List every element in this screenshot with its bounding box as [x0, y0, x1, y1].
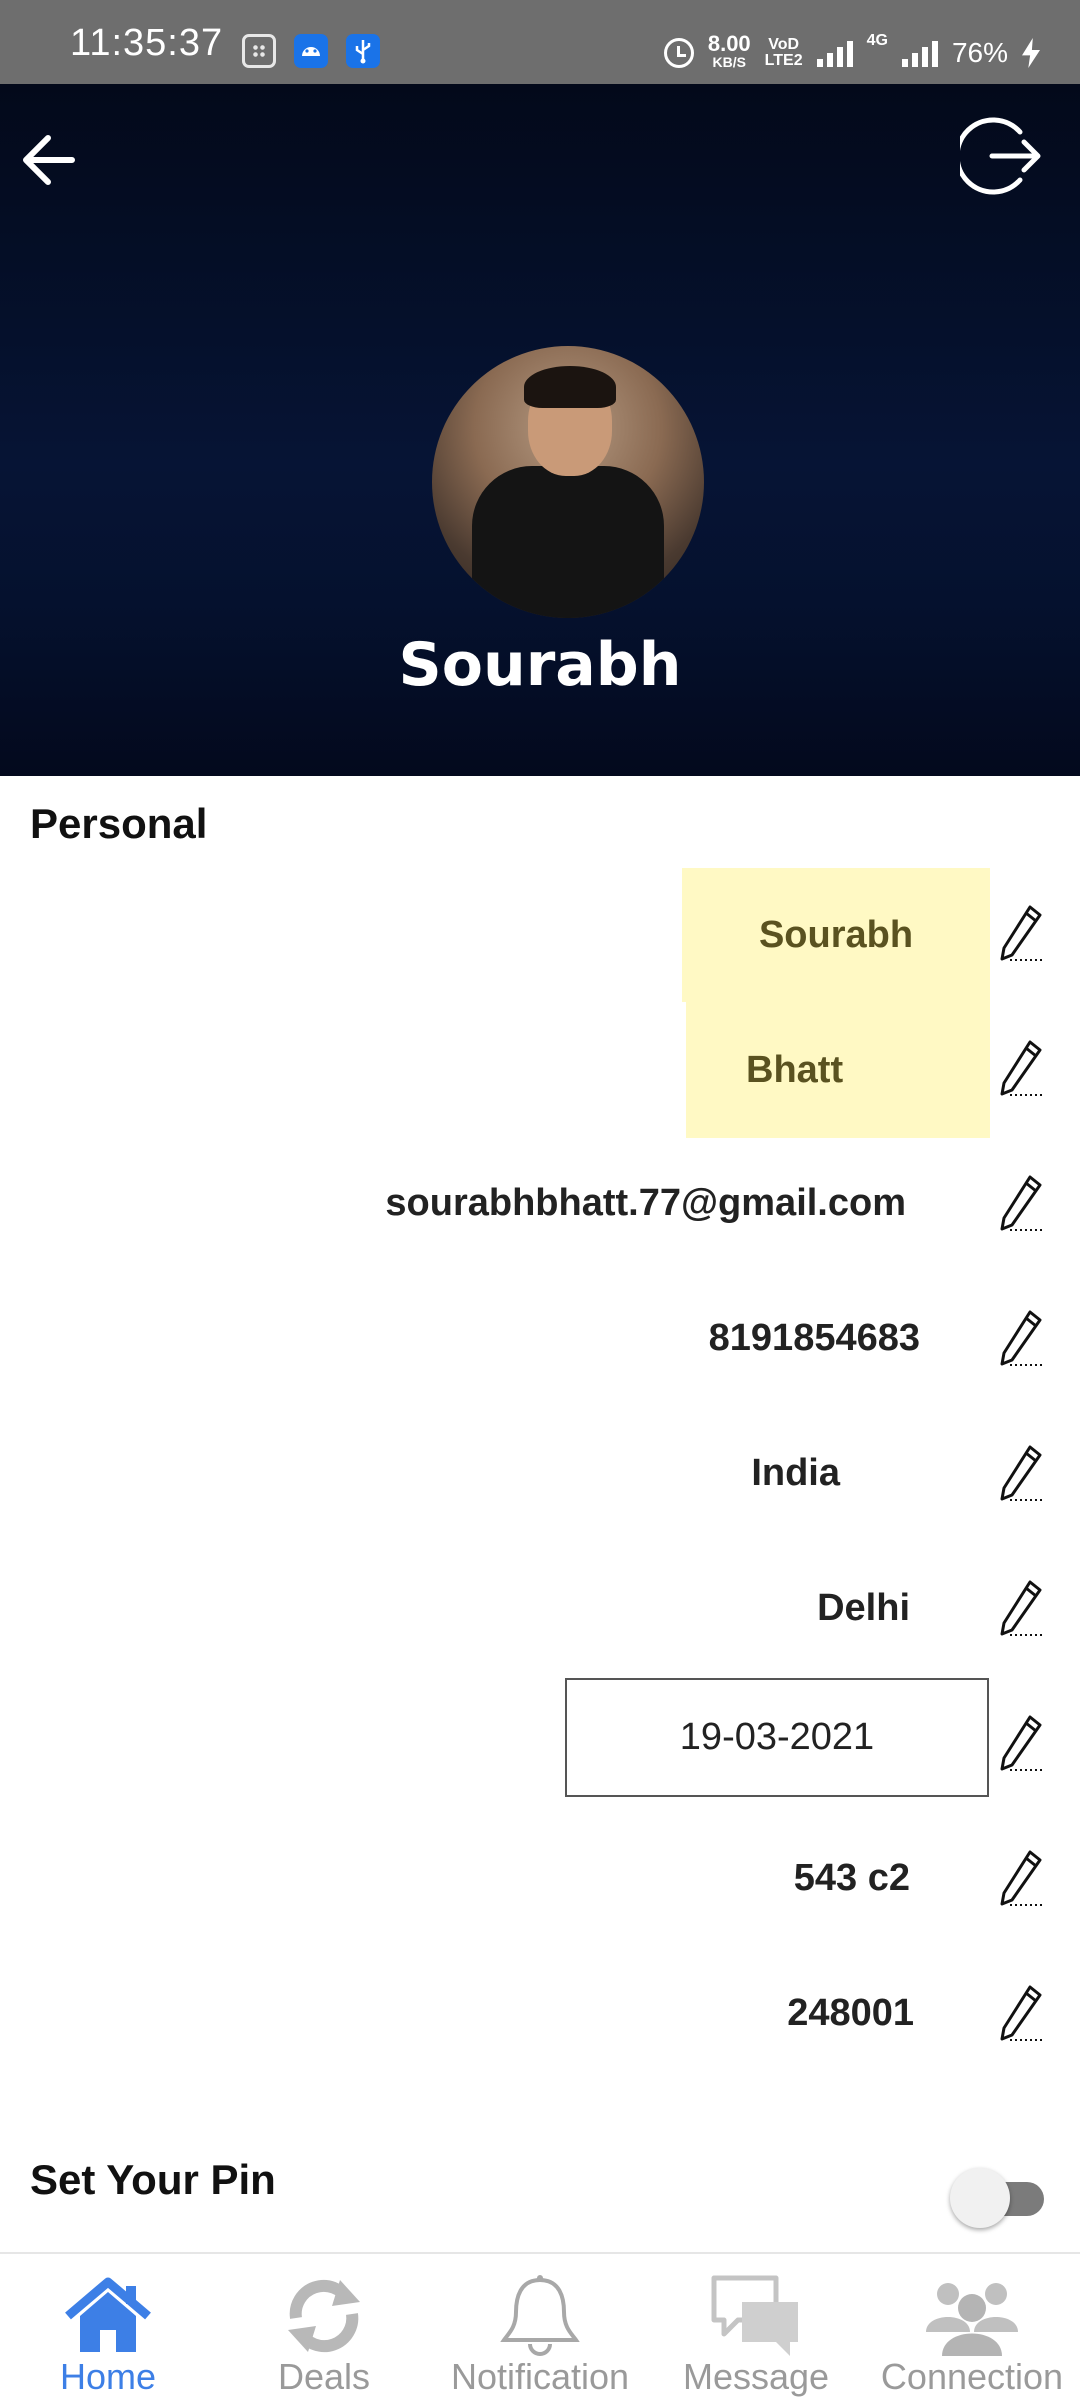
message-icon	[711, 2275, 798, 2356]
logout-button[interactable]	[954, 114, 1044, 198]
edit-address-icon[interactable]	[996, 1848, 1046, 1908]
avatar[interactable]	[432, 346, 704, 618]
edit-country-icon[interactable]	[996, 1443, 1046, 1503]
dob-field[interactable]: 19-03-2021	[565, 1678, 989, 1797]
status-time: 11:35:37	[70, 22, 224, 64]
personal-section-title: Personal	[30, 800, 208, 847]
deals-icon	[288, 2279, 360, 2353]
signal-icon	[816, 39, 853, 67]
arrow-left-icon	[23, 135, 75, 185]
logout-icon	[954, 117, 1041, 195]
set-pin-toggle[interactable]	[950, 2168, 1046, 2228]
last-name-field[interactable]: Bhatt	[686, 1002, 990, 1138]
city-field[interactable]: Delhi	[817, 1587, 910, 1630]
country-field[interactable]: India	[751, 1452, 840, 1495]
charging-icon	[1022, 38, 1040, 68]
network-type: 4G	[866, 32, 888, 49]
calculator-app-icon	[242, 34, 276, 68]
nav-connection[interactable]: Connection	[864, 2254, 1080, 2400]
signal-icon-sim2	[901, 39, 938, 67]
bottom-nav: Home Deals Notification Message Connecti…	[0, 2252, 1080, 2400]
phone-field[interactable]: 8191854683	[709, 1317, 920, 1360]
edit-email-icon[interactable]	[996, 1173, 1046, 1233]
edit-pincode-icon[interactable]	[996, 1983, 1046, 2043]
alarm-icon	[663, 38, 694, 68]
edit-dob-icon[interactable]	[996, 1713, 1046, 1773]
home-icon	[65, 2277, 151, 2352]
email-field[interactable]: sourabhbhatt.77@gmail.com	[385, 1182, 906, 1225]
volte-indicator: VoD LTE2	[764, 36, 803, 69]
status-bar: 11:35:37 8.00 KB/S VoD LTE2 4G 76%	[0, 0, 1080, 84]
set-pin-label: Set Your Pin	[30, 2156, 276, 2203]
android-icon	[294, 34, 328, 68]
nav-home[interactable]: Home	[0, 2254, 216, 2400]
bell-icon	[500, 2275, 580, 2356]
edit-phone-icon[interactable]	[996, 1308, 1046, 1368]
status-indicators: 8.00 KB/S VoD LTE2 4G 76%	[663, 31, 1040, 74]
nav-deals[interactable]: Deals	[216, 2254, 432, 2400]
nav-message[interactable]: Message	[648, 2254, 864, 2400]
toggle-knob	[950, 2168, 1010, 2228]
back-button[interactable]	[20, 124, 80, 196]
usb-icon	[346, 34, 380, 68]
edit-first-name-icon[interactable]	[996, 903, 1046, 963]
network-speed: 8.00 KB/S	[707, 31, 751, 71]
address-field[interactable]: 543 c2	[794, 1857, 910, 1900]
nav-notification[interactable]: Notification	[432, 2254, 648, 2400]
edit-city-icon[interactable]	[996, 1578, 1046, 1638]
edit-last-name-icon[interactable]	[996, 1038, 1046, 1098]
profile-header: Sourabh	[0, 84, 1080, 776]
profile-name: Sourabh	[398, 630, 682, 700]
pincode-field[interactable]: 248001	[787, 1992, 914, 2035]
battery-percent: 76%	[951, 37, 1008, 68]
people-icon	[926, 2283, 1018, 2356]
first-name-field[interactable]: Sourabh	[682, 868, 990, 1002]
